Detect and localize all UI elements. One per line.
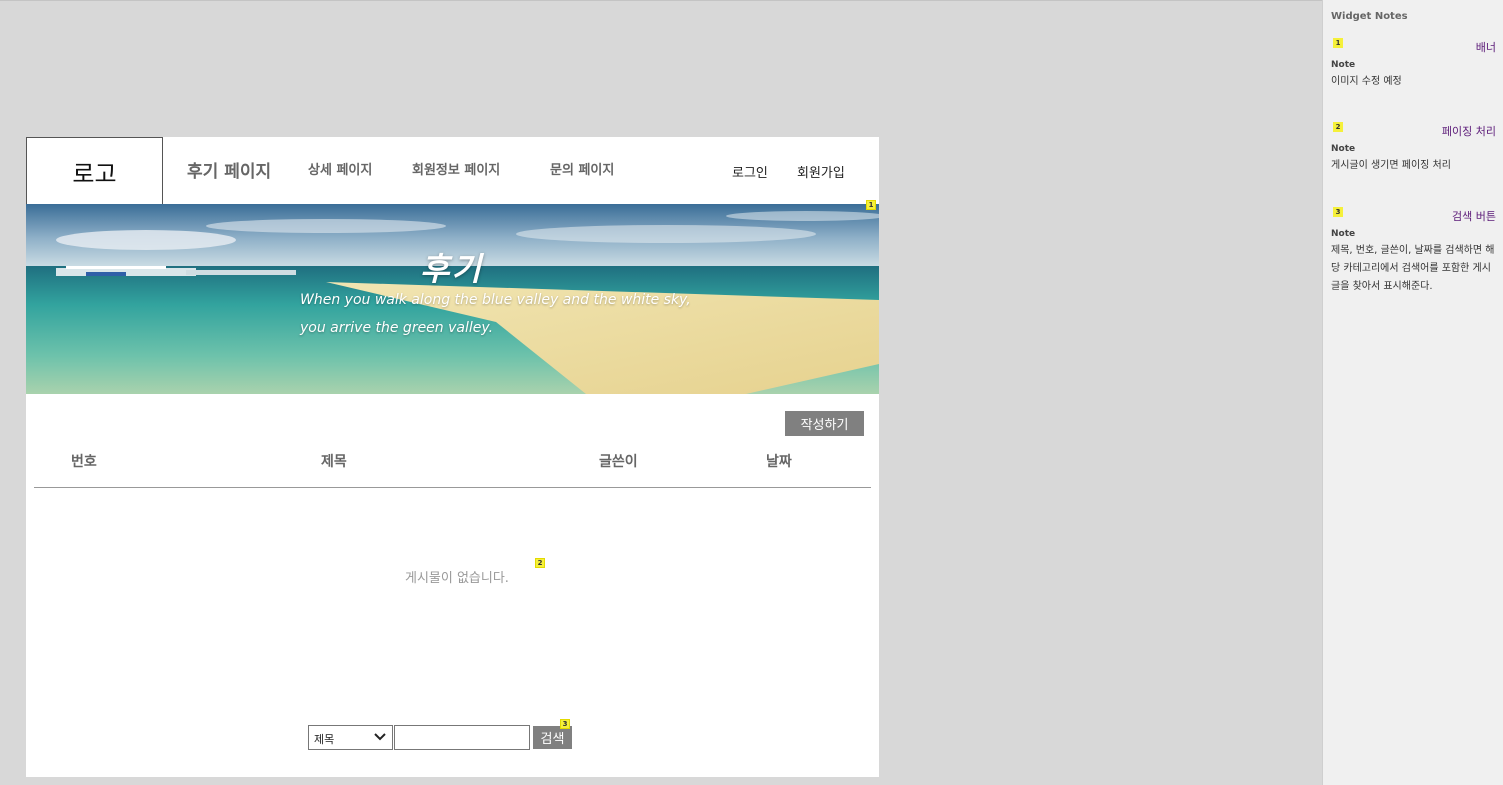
note-text: 게시글이 생기면 페이징 처리 <box>1331 160 1451 171</box>
column-header-writer: 글쓴이 <box>599 454 638 470</box>
nav-inquiry-page[interactable]: 문의 페이지 <box>550 159 614 178</box>
note-item: 1 배너 Note 이미지 수정 예정 <box>1331 38 1496 91</box>
empty-list-message: 게시물이 없습니다. <box>405 571 509 586</box>
column-header-number: 번호 <box>71 454 97 470</box>
notes-panel-title: Widget Notes <box>1331 11 1408 22</box>
widget-notes-panel: Widget Notes 1 배너 Note 이미지 수정 예정 2 페이징 처… <box>1322 0 1503 785</box>
search-category-select[interactable]: 제목 <box>308 725 393 750</box>
nav-detail-page[interactable]: 상세 페이지 <box>308 159 372 178</box>
note-item: 2 페이징 처리 Note 게시글이 생기면 페이징 처리 <box>1331 122 1496 175</box>
write-button[interactable]: 작성하기 <box>785 411 864 436</box>
search-input[interactable] <box>394 725 530 750</box>
annotation-marker-3[interactable]: 3 <box>560 719 570 729</box>
table-header-divider <box>34 487 871 488</box>
nav-review-page[interactable]: 후기 페이지 <box>187 157 271 182</box>
note-label: Note <box>1331 229 1356 239</box>
column-header-title: 제목 <box>321 454 347 470</box>
column-header-date: 날짜 <box>766 454 792 470</box>
banner-text-line-1: When you walk along the blue valley and … <box>300 292 691 308</box>
chevron-down-icon <box>374 733 386 741</box>
search-button[interactable]: 검색 <box>533 726 572 749</box>
login-link[interactable]: 로그인 <box>732 162 768 181</box>
annotation-marker-2[interactable]: 2 <box>535 558 545 568</box>
design-canvas: 로고 후기 페이지 상세 페이지 회원정보 페이지 문의 페이지 로그인 회원가… <box>0 0 1322 785</box>
note-number: 2 <box>1333 122 1343 132</box>
note-item: 3 검색 버튼 Note 제목, 번호, 글쓴이, 날짜를 검색하면 해당 카테… <box>1331 207 1496 296</box>
banner-text-line-2: you arrive the green valley. <box>300 320 494 336</box>
site-header: 로고 후기 페이지 상세 페이지 회원정보 페이지 문의 페이지 로그인 회원가… <box>26 137 879 205</box>
note-label: Note <box>1331 60 1356 70</box>
note-widget-name[interactable]: 페이징 처리 <box>1442 123 1496 139</box>
banner-title: 후기 <box>420 250 483 288</box>
note-text: 제목, 번호, 글쓴이, 날짜를 검색하면 해당 카테고리에서 검색어를 포함한… <box>1331 245 1495 292</box>
note-widget-name[interactable]: 배너 <box>1476 39 1496 55</box>
banner: 후기 When you walk along the blue valley a… <box>26 204 879 394</box>
annotation-marker-1[interactable]: 1 <box>866 200 876 210</box>
note-label: Note <box>1331 144 1356 154</box>
nav-member-info-page[interactable]: 회원정보 페이지 <box>412 159 500 178</box>
note-number: 1 <box>1333 38 1343 48</box>
note-number: 3 <box>1333 207 1343 217</box>
search-category-value: 제목 <box>314 733 335 746</box>
wireframe-page: 로고 후기 페이지 상세 페이지 회원정보 페이지 문의 페이지 로그인 회원가… <box>26 137 879 777</box>
logo[interactable]: 로고 <box>26 137 163 205</box>
signup-link[interactable]: 회원가입 <box>797 162 845 181</box>
note-text: 이미지 수정 예정 <box>1331 76 1402 87</box>
note-widget-name[interactable]: 검색 버튼 <box>1452 208 1496 224</box>
